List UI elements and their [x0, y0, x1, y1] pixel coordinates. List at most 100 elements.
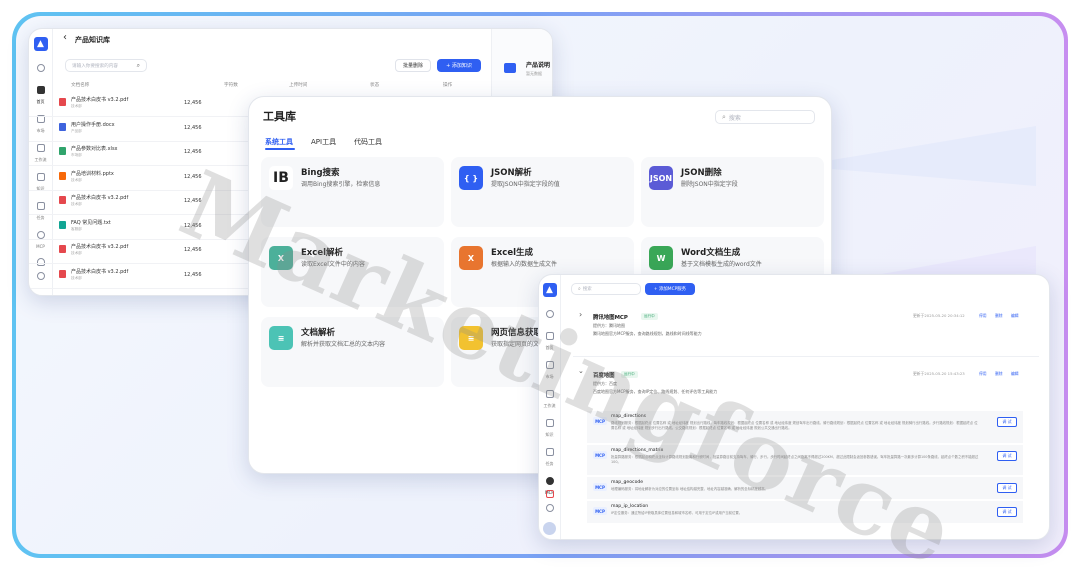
- app-logo[interactable]: ▲: [33, 37, 48, 51]
- file-department: 技术部: [71, 177, 82, 182]
- char-count: 12,456: [184, 149, 202, 155]
- file-name[interactable]: 产品技术白皮书 v3.2.pdf: [71, 194, 128, 201]
- tool-description: 基于文档模板生成的word文件: [681, 261, 762, 268]
- tool-description: 根据输入的数据生成文件: [491, 261, 558, 268]
- mcp-tool-row: MCP map_geocode 地理编码服务：将地址解析为对应的位置坐标 地址结构越…: [587, 477, 1023, 499]
- doc-parse-icon: ≡: [269, 326, 293, 350]
- mcp-tool-row: MCP map_directions_matrix 批量算路服务：根据起点和终点坐标…: [587, 445, 1023, 475]
- debug-button[interactable]: 调 试: [997, 417, 1017, 427]
- file-department: 客服部: [71, 226, 82, 231]
- plus-circle-icon: [36, 64, 45, 72]
- file-name[interactable]: 产品技术白皮书 v3.2.pdf: [71, 96, 128, 103]
- page-title: 产品知识库: [75, 36, 110, 44]
- back-icon[interactable]: ‹: [63, 32, 67, 43]
- word-generate-icon: W: [649, 246, 673, 270]
- json-delete-icon: JSON: [649, 166, 673, 190]
- tool-name: map_geocode: [611, 480, 644, 485]
- debug-button[interactable]: 调 试: [997, 483, 1017, 493]
- tool-description: 路线规划服务：根据起终点 位置名称 或 地址经纬度 规划出行路线。驾车路线规划：…: [611, 421, 978, 430]
- char-count: 12,456: [184, 100, 202, 106]
- debug-button[interactable]: 调 试: [997, 507, 1017, 517]
- char-count: 12,456: [184, 271, 202, 278]
- rail-item-new[interactable]: [29, 57, 52, 76]
- file-icon: [59, 147, 66, 155]
- char-count: 12,456: [184, 222, 202, 229]
- tool-card[interactable]: X Excel解析 读取Excel文件中的内容: [261, 237, 444, 307]
- json-parse-icon: { }: [459, 166, 483, 190]
- tool-title: JSON删除: [681, 168, 722, 178]
- file-department: 技术部: [71, 251, 82, 255]
- tool-title: JSON解析: [491, 168, 532, 178]
- file-department: 市场部: [71, 153, 82, 157]
- mcp-tool-icon: MCP: [593, 507, 607, 515]
- tool-title: 文档解析: [301, 328, 336, 338]
- char-count: 12,456: [184, 198, 202, 204]
- col-actions: 操作: [443, 83, 453, 88]
- tool-description: 批量算路服务：根据起点和终点坐标计算路线规划距离和行驶时间，批量算路目前支持驾车…: [611, 455, 979, 464]
- bing-icon: IB: [269, 166, 293, 190]
- tool-name: map_directions_matrix: [611, 448, 664, 453]
- add-knowledge-button[interactable]: + 添加知识: [437, 59, 481, 72]
- tool-title: Excel生成: [491, 248, 534, 258]
- side-subtitle: 暂无数据: [526, 71, 542, 76]
- file-department: 技术部: [71, 275, 82, 280]
- file-icon: [59, 98, 66, 106]
- tool-description: 解析并获取文档汇总的文本内容: [301, 341, 386, 348]
- mcp-window: ▲ 首页 市场 工作流 知识 任务 MCP ⌕ 搜索 + 添加MCP服务 › 腾…: [538, 274, 1050, 540]
- tool-card[interactable]: { } JSON解析提取JSON中指定字段的值: [451, 157, 634, 227]
- tool-card[interactable]: ≡ 文档解析解析并获取文档汇总的文本内容: [261, 317, 444, 387]
- mcp-tool-row: MCP map_ip_location IP定位服务：通过所给IP获取具体位置信息和…: [587, 501, 1023, 523]
- mcp-tool-list: MCP map_directions 路线规划服务：根据起终点 位置名称 或 地址经…: [539, 275, 1049, 539]
- tool-title: Bing搜索: [301, 168, 340, 178]
- file-department: 产品部: [71, 128, 82, 133]
- file-department: 技术部: [71, 202, 82, 206]
- col-status: 状态: [370, 83, 380, 88]
- web-fetch-icon: ≡: [459, 326, 483, 350]
- folder-icon: [504, 63, 516, 73]
- excel-generate-icon: X: [459, 246, 483, 270]
- file-icon: [59, 220, 66, 229]
- file-department: 技术部: [71, 104, 82, 108]
- tool-description: 读取Excel文件中的内容: [301, 261, 365, 268]
- col-count: 字符数: [224, 83, 238, 88]
- search-icon: ⌕: [136, 61, 140, 69]
- tool-description: 调用Bing搜索引擎，检索信息: [301, 181, 381, 188]
- file-name[interactable]: 产品技术白皮书 v3.2.pdf: [71, 268, 128, 275]
- tool-card[interactable]: IB Bing搜索调用Bing搜索引擎，检索信息: [261, 157, 444, 227]
- tool-name: map_directions: [611, 414, 647, 419]
- batch-delete-button[interactable]: 批量删除: [395, 59, 431, 72]
- char-count: 12,456: [184, 124, 202, 131]
- file-icon: [59, 196, 66, 204]
- char-count: 12,456: [184, 173, 202, 180]
- file-icon: [59, 122, 66, 131]
- search-input[interactable]: 请输入你要搜索的内容 ⌕: [65, 59, 147, 72]
- tool-card[interactable]: JSON JSON删除删除JSON中指定字段: [641, 157, 824, 227]
- mcp-tool-icon: MCP: [593, 417, 607, 425]
- col-time: 上传时间: [289, 83, 308, 88]
- tool-title: 网页信息获取: [491, 328, 543, 338]
- mcp-tool-icon: MCP: [593, 451, 607, 459]
- tool-title: Excel解析: [301, 248, 344, 258]
- file-name[interactable]: FAQ 常见问题.txt: [71, 219, 111, 226]
- table-header: 文档名称 字符数 上传时间 状态 操作: [65, 81, 485, 92]
- tool-description: IP定位服务：通过所给IP获取具体位置信息和城市名称，可用于定位IP或用户当前位…: [611, 511, 743, 515]
- file-name[interactable]: 产品参数对比表.xlsx: [71, 145, 118, 152]
- side-title: 产品说明: [526, 62, 551, 69]
- file-icon: [59, 171, 66, 180]
- mcp-tool-row: MCP map_directions 路线规划服务：根据起终点 位置名称 或 地址经…: [587, 411, 1023, 443]
- file-name[interactable]: 用户操作手册.docx: [71, 121, 115, 128]
- tool-title: Word文档生成: [681, 248, 741, 258]
- mcp-tool-icon: MCP: [593, 483, 607, 491]
- file-icon: [59, 245, 66, 253]
- file-name[interactable]: 产品培训材料.pptx: [71, 170, 114, 177]
- file-icon: [59, 269, 66, 278]
- char-count: 12,456: [184, 247, 202, 253]
- file-name[interactable]: 产品技术白皮书 v3.2.pdf: [71, 243, 128, 250]
- tool-description: 删除JSON中指定字段: [681, 181, 738, 188]
- tool-name: map_ip_location: [611, 504, 649, 509]
- search-placeholder: 请输入你要搜索的内容: [72, 63, 118, 69]
- col-name: 文档名称: [71, 83, 90, 88]
- debug-button[interactable]: 调 试: [997, 451, 1017, 461]
- tool-description: 地理编码服务：将地址解析为对应的位置坐标 地址结构越完整，地址内容越准确，解析的…: [611, 487, 769, 491]
- tool-description: 提取JSON中指定字段的值: [491, 181, 560, 188]
